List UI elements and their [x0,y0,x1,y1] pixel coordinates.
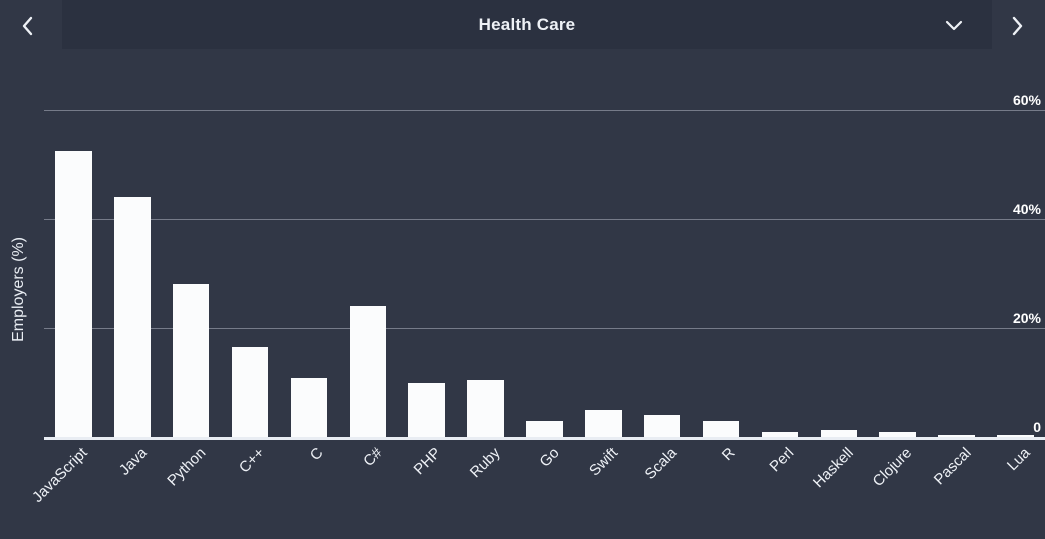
bar-slot[interactable] [633,110,692,437]
bar-slot[interactable] [515,110,574,437]
y-tick-label: 60% [1012,92,1041,108]
bar-slot[interactable] [868,110,927,437]
category-select[interactable]: Health Care [62,0,992,49]
bar[interactable] [526,420,563,437]
bar-slot[interactable] [280,110,339,437]
bar[interactable] [820,430,858,437]
bar[interactable] [761,431,799,437]
bar-slot[interactable] [927,110,986,437]
chart-header: Health Care [0,0,1045,52]
bar[interactable] [643,415,681,437]
bar[interactable] [114,197,151,437]
bar-slot[interactable] [44,110,103,437]
bar[interactable] [408,382,445,437]
bar-slot[interactable] [221,110,280,437]
bar[interactable] [467,379,504,437]
bar-slot[interactable] [574,110,633,437]
previous-category-button[interactable] [0,0,56,52]
x-axis-line [44,437,1045,440]
bar-slot[interactable] [751,110,810,437]
bar-slot[interactable] [692,110,751,437]
bar[interactable] [702,420,740,437]
bar[interactable] [55,150,92,437]
bar-slot[interactable] [162,110,221,437]
y-axis-title: Employers (%) [10,237,27,342]
x-tick: Lua [44,443,1033,474]
bar[interactable] [290,378,328,437]
bar-slot[interactable] [456,110,515,437]
chevron-right-icon [1009,14,1025,38]
bar[interactable] [879,431,916,437]
category-select-value: Health Care [478,14,576,34]
bar[interactable] [172,284,210,437]
bar[interactable] [585,409,622,437]
x-axis-labels: JavaScript Java Python C++ C C# PHP Ruby Go Swift… [30,443,1045,539]
bar-slot[interactable] [103,110,162,437]
bar[interactable] [938,434,975,437]
chevron-left-icon [20,14,36,38]
x-tick-label: Lua [1003,444,1034,475]
bar[interactable] [997,435,1034,437]
chevron-down-icon [944,18,964,32]
bar-slot[interactable] [338,110,397,437]
bar[interactable] [231,347,269,437]
next-category-button[interactable] [989,0,1045,52]
bars-container [44,110,1045,437]
bar-slot[interactable] [809,110,868,437]
chart-app: Health Care Employers (%) 0 20% 40% 60% Jav… [0,0,1045,539]
bar-chart: Employers (%) 0 20% 40% 60% JavaScript Java P… [0,52,1045,539]
bar[interactable] [349,306,387,437]
bar-slot[interactable] [397,110,456,437]
bar-slot[interactable] [986,110,1045,437]
